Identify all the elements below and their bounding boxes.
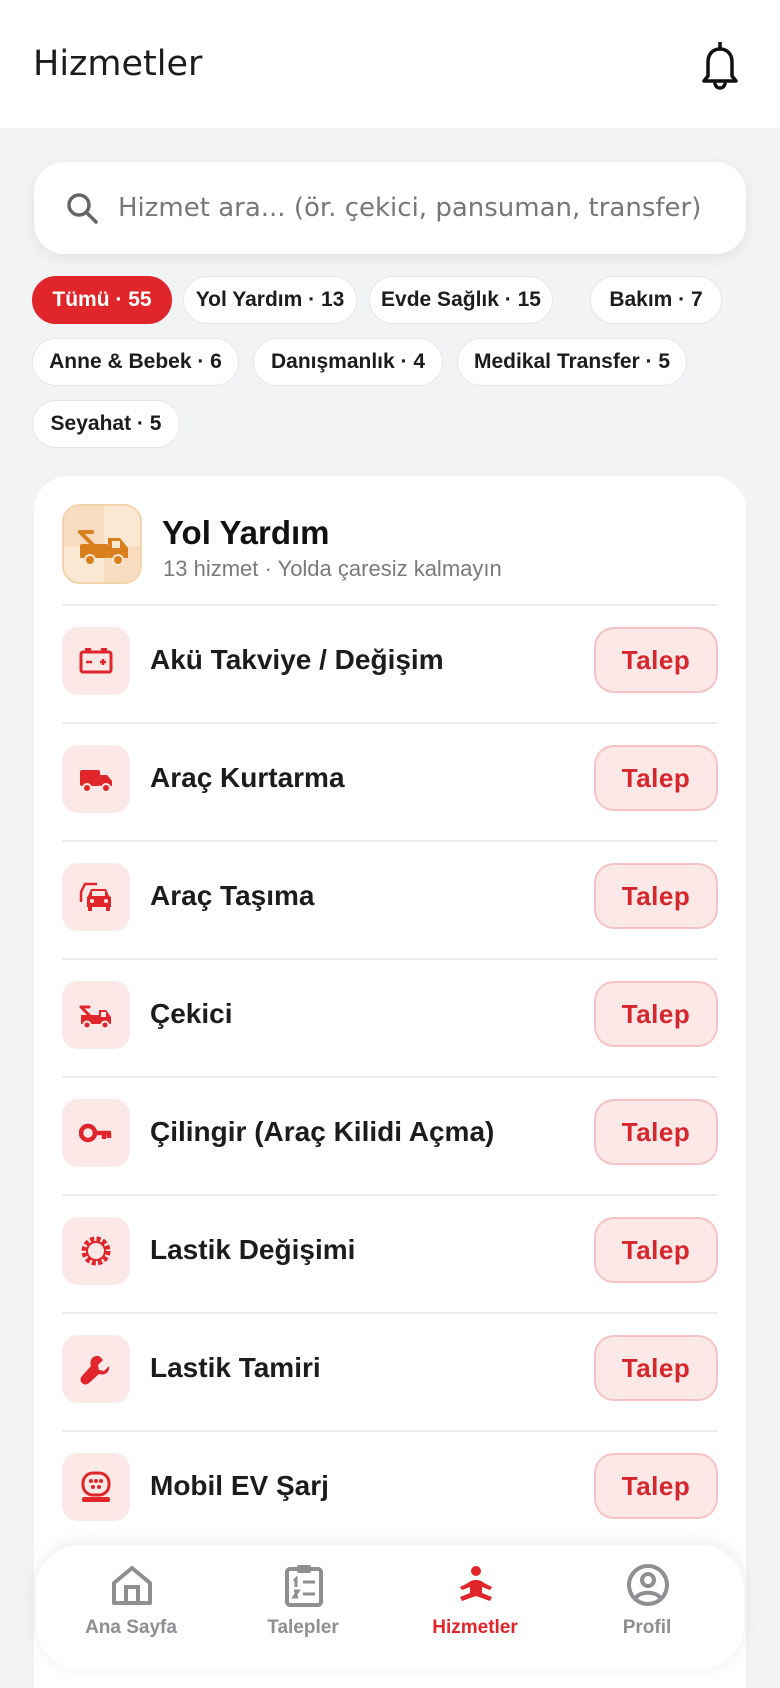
service-row[interactable]: Lastik Tamiri Talep	[34, 1314, 746, 1432]
service-label: Lastik Tamiri	[150, 1352, 321, 1383]
service-label: Mobil EV Şarj	[150, 1470, 329, 1501]
category-title: Yol Yardım	[162, 514, 330, 551]
service-label: Araç Kurtarma	[150, 762, 345, 793]
row-icon-bg	[62, 1335, 130, 1403]
service-row[interactable]: Araç Taşıma Talep	[34, 842, 746, 960]
row-icon-bg	[62, 1453, 130, 1521]
talep-button[interactable]: Talep	[594, 745, 718, 811]
chip-bakim[interactable]: Bakım · 7	[590, 276, 722, 324]
tire-icon	[81, 1236, 111, 1266]
service-label: Çekici	[150, 998, 233, 1029]
app-header: Hizmetler	[0, 0, 780, 128]
search-icon	[67, 193, 98, 224]
chip-evde-saglik[interactable]: Evde Sağlık · 15	[369, 276, 553, 324]
profile-icon	[627, 1564, 669, 1606]
row-icon-bg	[62, 627, 130, 695]
chip-yol-yardim[interactable]: Yol Yardım · 13	[183, 276, 357, 324]
battery-icon	[79, 648, 113, 674]
service-label: Araç Taşıma	[150, 880, 315, 911]
category-card: Yol Yardım 13 hizmet · Yolda çaresiz kal…	[34, 476, 746, 1688]
chip-anne-bebek[interactable]: Anne & Bebek · 6	[32, 338, 239, 386]
truck-icon	[80, 770, 112, 793]
service-row[interactable]: Çilingir (Araç Kilidi Açma) Talep	[34, 1078, 746, 1196]
row-icon-bg	[62, 1217, 130, 1285]
talep-button[interactable]: Talep	[594, 863, 718, 929]
tow-truck-icon	[79, 1005, 111, 1030]
row-icon-bg	[62, 1099, 130, 1167]
talep-button[interactable]: Talep	[594, 1217, 718, 1283]
row-icon-bg	[62, 863, 130, 931]
tab-label: Hizmetler	[432, 1617, 518, 1638]
ev-charger-icon	[81, 1471, 111, 1502]
service-label: Akü Takviye / Değişim	[150, 644, 444, 675]
tab-hizmetler[interactable]: Hizmetler	[390, 1545, 560, 1669]
talep-button[interactable]: Talep	[594, 1453, 718, 1519]
tow-truck-icon	[64, 506, 140, 582]
services-icon	[460, 1566, 492, 1601]
car-transport-icon	[79, 882, 111, 911]
service-row[interactable]: Mobil EV Şarj Talep	[34, 1432, 746, 1550]
search-bar[interactable]	[34, 162, 746, 254]
chip-danismanlik[interactable]: Danışmanlık · 4	[253, 338, 443, 386]
page-title: Hizmetler	[33, 44, 203, 84]
tab-label: Profil	[622, 1617, 672, 1638]
service-row[interactable]: Akü Takviye / Değişim Talep	[34, 606, 746, 724]
tab-ana-sayfa[interactable]: Ana Sayfa	[46, 1545, 216, 1669]
service-label: Çilingir (Araç Kilidi Açma)	[150, 1116, 495, 1147]
talep-button[interactable]: Talep	[594, 1099, 718, 1165]
clipboard-icon	[285, 1565, 323, 1607]
service-label: Lastik Değişimi	[150, 1234, 356, 1265]
tab-label: Talepler	[267, 1617, 339, 1638]
talep-button[interactable]: Talep	[594, 627, 718, 693]
search-input[interactable]	[118, 180, 718, 236]
bell-icon[interactable]	[697, 40, 743, 90]
talep-button[interactable]: Talep	[594, 1335, 718, 1401]
row-icon-bg	[62, 981, 130, 1049]
service-row[interactable]: Lastik Değişimi Talep	[34, 1196, 746, 1314]
chip-seyahat[interactable]: Seyahat · 5	[32, 400, 180, 448]
category-icon	[62, 504, 142, 584]
tab-label: Ana Sayfa	[85, 1617, 177, 1638]
chip-medikal-transfer[interactable]: Medikal Transfer · 5	[457, 338, 687, 386]
tab-talepler[interactable]: Talepler	[218, 1545, 388, 1669]
service-row[interactable]: Çekici Talep	[34, 960, 746, 1078]
tab-profil[interactable]: Profil	[562, 1545, 732, 1669]
key-icon	[79, 1123, 112, 1143]
chip-all[interactable]: Tümü · 55	[32, 276, 172, 324]
home-icon	[112, 1566, 152, 1605]
talep-button[interactable]: Talep	[594, 981, 718, 1047]
bottom-tab-bar: Ana Sayfa Talepler Hizmetler Profil	[36, 1545, 744, 1669]
row-icon-bg	[62, 745, 130, 813]
service-row[interactable]: Araç Kurtarma Talep	[34, 724, 746, 842]
wrench-icon	[80, 1355, 110, 1385]
category-subtitle: 13 hizmet · Yolda çaresiz kalmayın	[163, 556, 502, 581]
